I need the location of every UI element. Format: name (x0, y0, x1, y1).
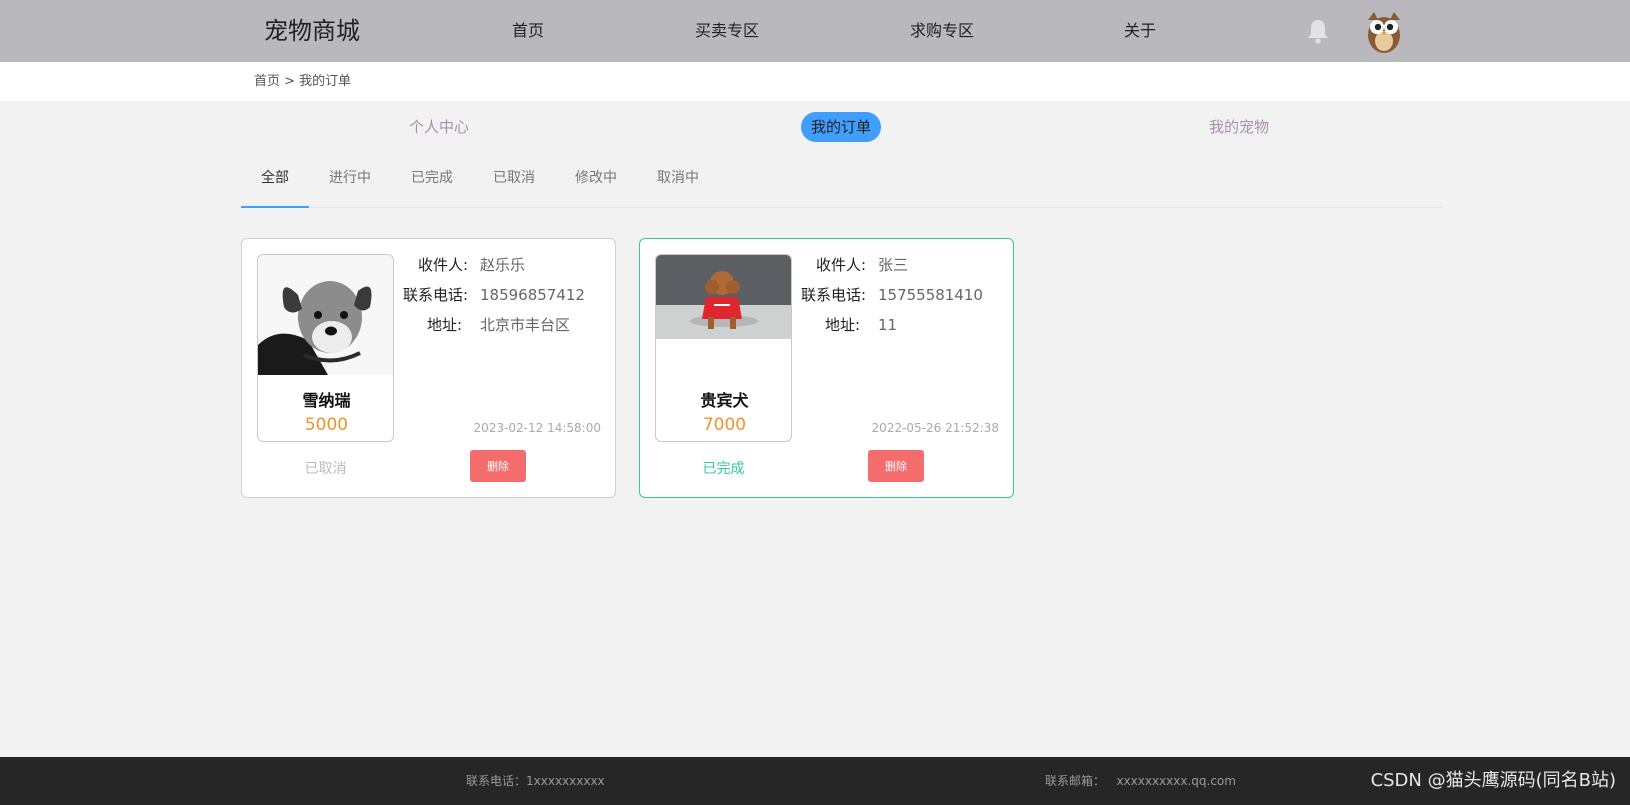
bell-icon[interactable] (1306, 18, 1330, 44)
order-status: 已完成 (702, 461, 745, 477)
poodle-photo (656, 255, 791, 339)
address-value: 11 (878, 316, 898, 334)
order-time: 2023-02-12 14:58:00 (473, 421, 601, 435)
phone-label: 联系电话: (800, 286, 866, 304)
order-card: 贵宾犬 7000 收件人: 张三 联系电话: 15755581410 地址: 1… (639, 238, 1014, 498)
top-header: 宠物商城 首页 买卖专区 求购专区 关于 (0, 0, 1630, 62)
phone-value: 18596857412 (480, 286, 585, 304)
csdn-watermark: CSDN @猫头鹰源码(同名B站) (1370, 770, 1616, 791)
receiver-label: 收件人: (815, 256, 866, 274)
status-tab-cancelling[interactable]: 取消中 (657, 168, 699, 188)
delete-order-button[interactable]: 删除 (470, 450, 526, 482)
address-label: 地址: (426, 316, 462, 334)
pet-price: 5000 (304, 415, 349, 435)
receiver-label: 收件人: (417, 256, 468, 274)
phone-label: 联系电话: (402, 286, 468, 304)
site-logo[interactable]: 宠物商城 (264, 14, 360, 48)
status-tab-modifying[interactable]: 修改中 (575, 168, 617, 188)
nav-home[interactable]: 首页 (512, 20, 544, 42)
nav-trade-zone[interactable]: 买卖专区 (695, 20, 759, 42)
receiver-value: 赵乐乐 (480, 256, 526, 274)
delete-order-button[interactable]: 删除 (868, 450, 924, 482)
order-time: 2022-05-26 21:52:38 (871, 421, 999, 435)
receiver-value: 张三 (878, 256, 909, 274)
owl-avatar[interactable] (1362, 8, 1406, 54)
pet-thumbnail-card[interactable]: 贵宾犬 7000 (655, 254, 792, 442)
status-tab-in-progress[interactable]: 进行中 (329, 168, 371, 188)
tab-my-orders[interactable]: 我的订单 (801, 112, 882, 142)
nav-wanted-zone[interactable]: 求购专区 (910, 20, 974, 42)
breadcrumb[interactable]: 首页 > 我的订单 (254, 73, 351, 91)
order-card: 雪纳瑞 5000 收件人: 赵乐乐 联系电话: 18596857412 地址: … (241, 238, 616, 498)
tab-my-pets[interactable]: 我的宠物 (1209, 112, 1269, 142)
status-tab-all[interactable]: 全部 (261, 168, 289, 188)
footer-email: 联系邮箱： xxxxxxxxxx.qq.com (1045, 774, 1236, 788)
phone-value: 15755581410 (878, 286, 983, 304)
order-status-tabs: 全部 进行中 已完成 已取消 修改中 取消中 (241, 160, 1442, 208)
status-tab-completed[interactable]: 已完成 (411, 168, 453, 188)
status-tab-cancelled[interactable]: 已取消 (493, 168, 535, 188)
order-status: 已取消 (304, 461, 347, 477)
active-tab-indicator (241, 206, 309, 208)
breadcrumb-bar: 首页 > 我的订单 (0, 62, 1630, 101)
schnauzer-photo (258, 255, 393, 375)
footer-phone: 联系电话：1xxxxxxxxxx (466, 774, 605, 788)
pet-price: 7000 (702, 415, 747, 435)
pet-name: 贵宾犬 (700, 391, 749, 410)
address-label: 地址: (824, 316, 860, 334)
tab-personal-center[interactable]: 个人中心 (409, 112, 469, 142)
pet-thumbnail-card[interactable]: 雪纳瑞 5000 (257, 254, 394, 442)
nav-about[interactable]: 关于 (1124, 20, 1156, 42)
pet-name: 雪纳瑞 (302, 391, 351, 410)
address-value: 北京市丰台区 (480, 316, 571, 334)
page-footer: 联系电话：1xxxxxxxxxx 联系邮箱： xxxxxxxxxx.qq.com… (0, 757, 1630, 805)
